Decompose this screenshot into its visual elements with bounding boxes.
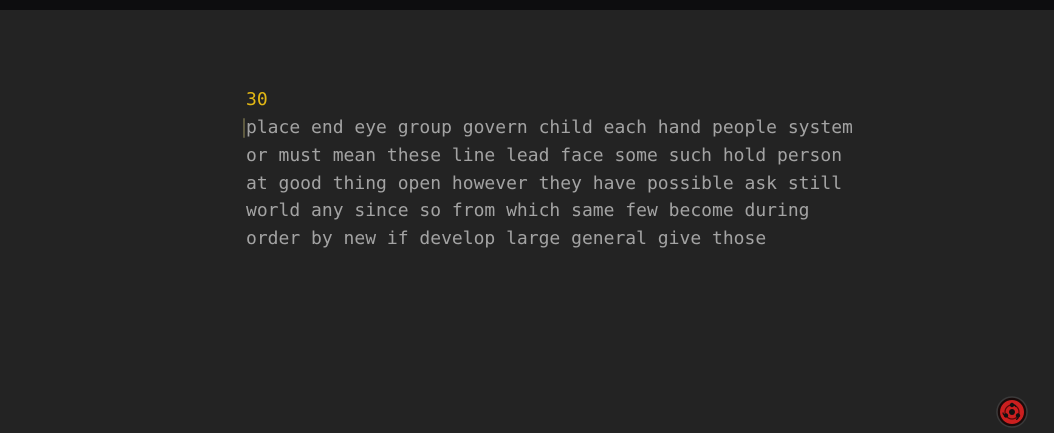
sharingan-icon-graphic <box>996 396 1028 428</box>
words-container[interactable]: place end eye group govern child each ha… <box>243 114 886 253</box>
word-line-1: place end eye group govern child each ha… <box>246 117 853 138</box>
timer-countdown: 30 <box>246 89 268 110</box>
word-line-5: order by new if develop large general gi… <box>246 228 767 250</box>
top-bar <box>0 0 1054 10</box>
word-line-3: at good thing open however they have pos… <box>246 172 843 194</box>
typing-test-area[interactable]: 30 place end eye group govern child each… <box>243 88 886 253</box>
sharingan-icon[interactable] <box>996 396 1028 428</box>
word-line-4: world any since so from which same few b… <box>246 200 810 222</box>
text-caret <box>243 118 245 138</box>
word-line-2: or must mean these line lead face some s… <box>246 144 843 166</box>
